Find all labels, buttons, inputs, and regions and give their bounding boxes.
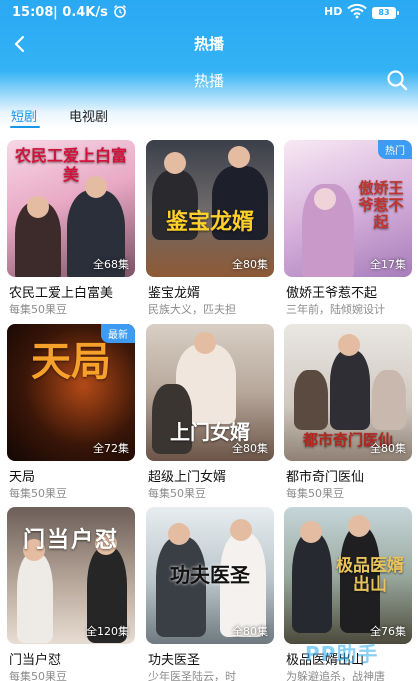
new-badge: 最新 — [101, 324, 135, 343]
drama-title: 农民工爱上白富美 — [9, 286, 114, 301]
status-bar: 15:08 | 0.4K/s HD 83 — [0, 0, 418, 26]
tab-short-drama[interactable]: 短剧 — [11, 106, 37, 125]
drama-card[interactable]: 鉴宝龙婿 全80集 鉴宝龙婿 民族大义，匹夫担 — [146, 140, 274, 318]
section-title: 热播 — [193, 72, 224, 90]
category-tabs: 短剧 电视剧 — [0, 104, 418, 128]
watermark-logo: PP助手 — [305, 642, 379, 666]
section-header: 热播 — [0, 68, 418, 94]
poster-title-text: 门当户怼 — [22, 527, 119, 553]
app-bar: 热播 — [0, 30, 418, 60]
poster-thumbnail[interactable]: 门当户怼 全120集 — [7, 507, 135, 644]
tab-tv-series[interactable]: 电视剧 — [69, 106, 108, 125]
network-speed: | 0.4K/s — [53, 5, 108, 20]
drama-subtitle: 少年医圣陆云，时 — [148, 670, 236, 681]
drama-subtitle: 民族大义，匹夫担 — [148, 303, 236, 316]
battery-indicator: 83 — [372, 7, 399, 19]
poster-thumbnail[interactable]: 鉴宝龙婿 全80集 — [146, 140, 274, 277]
drama-subtitle: 三年前，陆倾婉设计 — [286, 303, 385, 316]
wifi-icon — [347, 3, 367, 23]
page-title: 热播 — [193, 35, 224, 53]
drama-subtitle: 每集50果豆 — [9, 487, 67, 500]
poster-title-text: 鉴宝龙婿 — [165, 209, 254, 235]
drama-card[interactable]: 都市奇门医仙 全80集 都市奇门医仙 每集50果豆 — [284, 324, 412, 502]
episode-count: 全17集 — [370, 258, 406, 271]
poster-title-text: 傲娇王爷惹不起 — [358, 179, 404, 231]
active-tab-indicator — [10, 126, 40, 128]
episode-count: 全80集 — [232, 442, 268, 455]
poster-title-text: 天局 — [31, 338, 111, 385]
signal-strength: HD — [324, 5, 343, 18]
drama-card[interactable]: 傲娇王爷惹不起 热门 全17集 傲娇王爷惹不起 三年前，陆倾婉设计 — [284, 140, 412, 318]
hot-badge: 热门 — [378, 140, 412, 159]
drama-card[interactable]: 功夫医圣 全80集 功夫医圣 少年医圣陆云，时 — [146, 507, 274, 681]
drama-title: 都市奇门医仙 — [286, 470, 365, 485]
episode-count: 全72集 — [93, 442, 129, 455]
poster-thumbnail[interactable]: 天局 最新 全72集 — [7, 324, 135, 461]
alarm-clock-icon — [113, 4, 127, 22]
episode-count: 全80集 — [232, 625, 268, 638]
drama-subtitle: 每集50果豆 — [9, 670, 67, 681]
drama-card[interactable]: 上门女婿 全80集 超级上门女婿 每集50果豆 — [146, 324, 274, 502]
drama-title: 鉴宝龙婿 — [148, 286, 201, 301]
drama-card[interactable]: 门当户怼 全120集 门当户怼 每集50果豆 — [7, 507, 135, 681]
drama-subtitle: 为躲避追杀，战神唐 — [286, 670, 385, 681]
drama-subtitle: 每集50果豆 — [286, 487, 344, 500]
drama-subtitle: 每集50果豆 — [9, 303, 67, 316]
search-icon[interactable] — [386, 69, 408, 91]
poster-title-text: 极品医婿出山 — [336, 556, 404, 595]
poster-thumbnail[interactable]: 功夫医圣 全80集 — [146, 507, 274, 644]
poster-title-text: 功夫医圣 — [170, 563, 250, 587]
status-time: 15:08 — [12, 5, 54, 20]
drama-title: 天局 — [9, 470, 36, 485]
drama-subtitle: 每集50果豆 — [148, 487, 206, 500]
episode-count: 全120集 — [86, 625, 129, 638]
episode-count: 全80集 — [370, 442, 406, 455]
poster-thumbnail[interactable]: 极品医婿出山 全76集 — [284, 507, 412, 644]
drama-card[interactable]: 农民工爱上白富美 全68集 农民工爱上白富美 每集50果豆 — [7, 140, 135, 318]
drama-title: 超级上门女婿 — [148, 470, 227, 485]
drama-title: 傲娇王爷惹不起 — [286, 286, 378, 301]
poster-thumbnail[interactable]: 傲娇王爷惹不起 热门 全17集 — [284, 140, 412, 277]
episode-count: 全68集 — [93, 258, 129, 271]
poster-thumbnail[interactable]: 上门女婿 全80集 — [146, 324, 274, 461]
drama-title: 门当户怼 — [9, 653, 62, 668]
episode-count: 全76集 — [370, 625, 406, 638]
poster-thumbnail[interactable]: 都市奇门医仙 全80集 — [284, 324, 412, 461]
poster-title-text: 农民工爱上白富美 — [15, 146, 128, 184]
episode-count: 全80集 — [232, 258, 268, 271]
drama-title: 功夫医圣 — [148, 653, 201, 668]
drama-card[interactable]: 天局 最新 全72集 天局 每集50果豆 — [7, 324, 135, 502]
poster-thumbnail[interactable]: 农民工爱上白富美 全68集 — [7, 140, 135, 277]
